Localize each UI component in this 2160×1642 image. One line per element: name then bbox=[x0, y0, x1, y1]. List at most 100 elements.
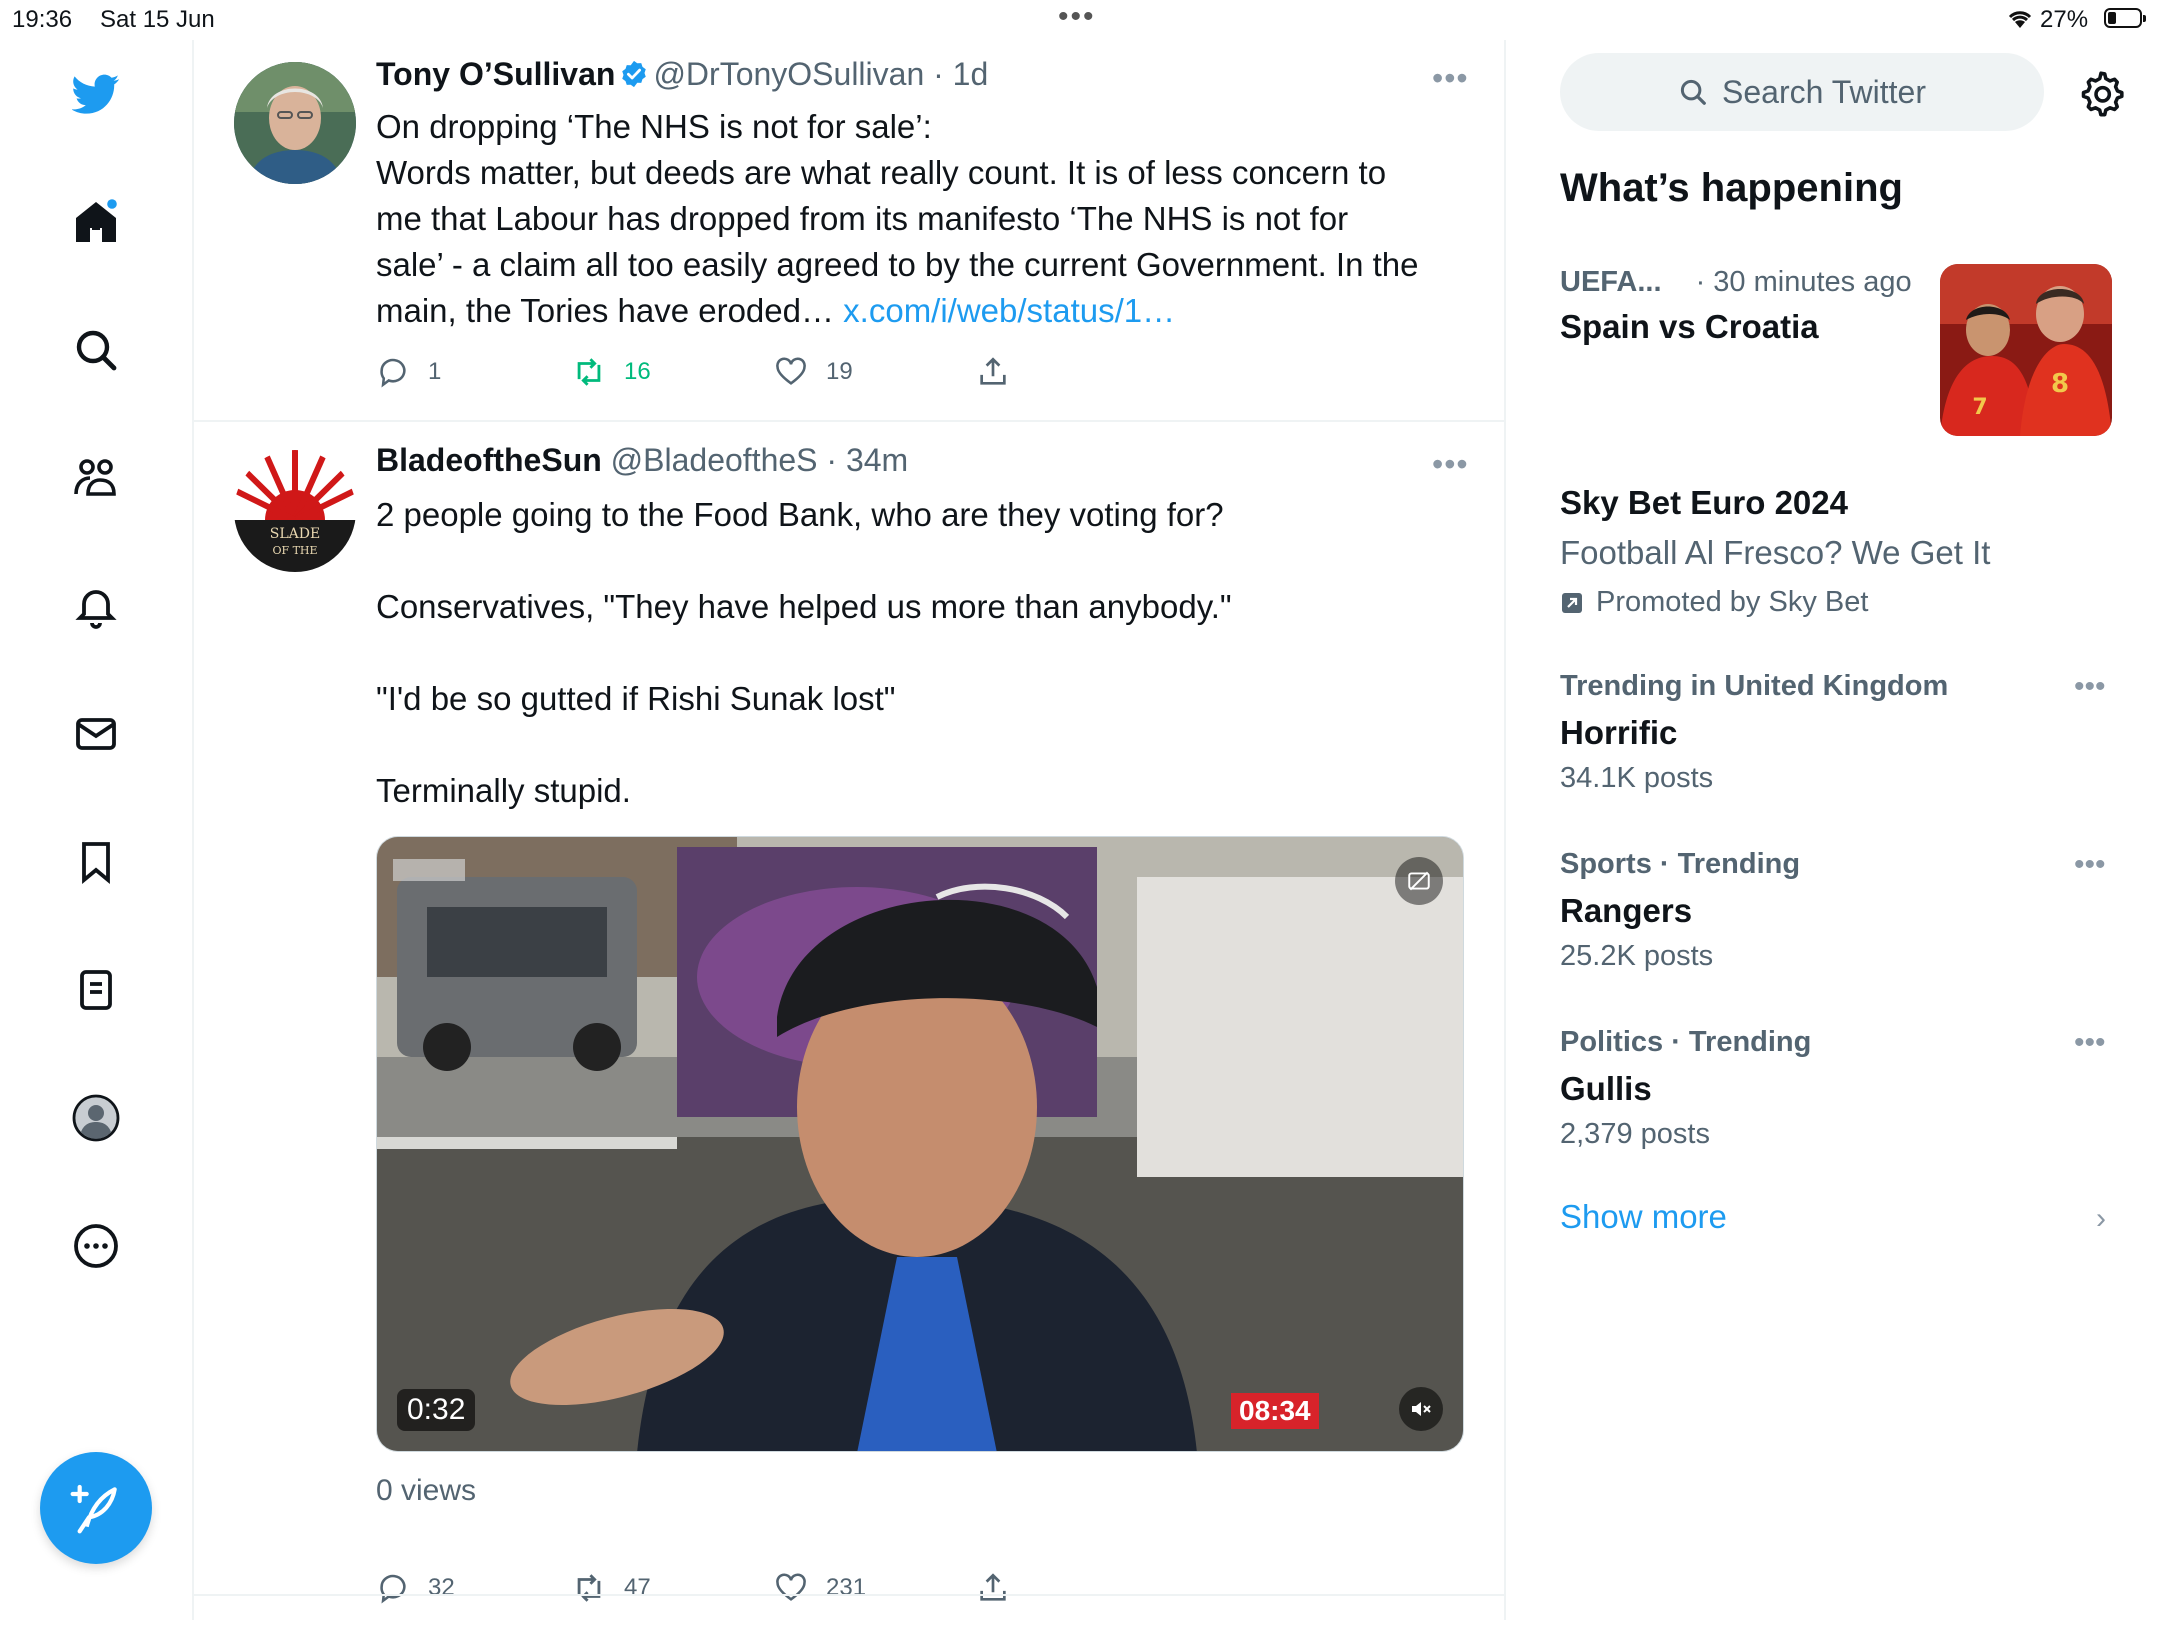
event-meta: UEFA... · 30 minutes ago bbox=[1560, 266, 1912, 299]
tweet-line: On dropping ‘The NHS is not for sale’: bbox=[376, 108, 932, 145]
like-button[interactable]: 231 bbox=[774, 1568, 866, 1608]
trend-more-icon[interactable]: ••• bbox=[2074, 670, 2106, 704]
retweet-button[interactable]: 47 bbox=[572, 1568, 651, 1608]
retweet-button[interactable]: 16 bbox=[572, 352, 651, 392]
like-count: 231 bbox=[826, 1574, 867, 1601]
author-name[interactable]: Tony O’Sullivan bbox=[376, 56, 615, 92]
messages-icon[interactable] bbox=[70, 708, 122, 760]
search-placeholder: Search Twitter bbox=[1722, 73, 1926, 110]
tweet-line: Words matter, but deeds are what really … bbox=[376, 154, 1387, 191]
status-bar: 19:36 Sat 15 Jun ••• 27% bbox=[0, 0, 2160, 40]
heart-icon bbox=[776, 1573, 806, 1601]
reply-icon bbox=[380, 358, 406, 388]
tweet-time[interactable]: · 1d bbox=[933, 56, 988, 92]
promo-title: Sky Bet Euro 2024 bbox=[1560, 484, 1848, 521]
video-clock-overlay: 08:34 bbox=[1231, 1393, 1319, 1429]
bookmarks-icon[interactable] bbox=[70, 836, 122, 888]
tweet-separator bbox=[194, 1594, 1504, 1596]
tweet-time[interactable]: · 34m bbox=[826, 442, 908, 478]
tweet-line: 2 people going to the Food Bank, who are… bbox=[376, 496, 1224, 533]
video-player[interactable]: 0:32 08:34 bbox=[376, 836, 1464, 1452]
svg-text:8: 8 bbox=[2051, 369, 2069, 399]
promo-subtitle: Football Al Fresco? We Get It bbox=[1560, 534, 1991, 571]
tweet-text: On dropping ‘The NHS is not for sale’: W… bbox=[376, 104, 1456, 334]
tweet-more-icon[interactable]: ••• bbox=[1432, 446, 1469, 483]
retweet-count: 47 bbox=[624, 1574, 651, 1601]
share-button[interactable] bbox=[976, 352, 1010, 392]
like-button[interactable]: 19 bbox=[774, 352, 853, 392]
profile-icon[interactable] bbox=[70, 1092, 122, 1144]
tweet-line: Conservatives, "They have helped us more… bbox=[376, 588, 1232, 625]
event-title: Spain vs Croatia bbox=[1560, 308, 1819, 345]
search-input[interactable]: Search Twitter bbox=[1560, 53, 2044, 131]
event-thumbnail[interactable]: 8 7 bbox=[1940, 264, 2112, 436]
notifications-icon[interactable] bbox=[70, 580, 122, 632]
whats-happening-title: What’s happening bbox=[1560, 166, 1903, 210]
communities-icon[interactable] bbox=[70, 452, 122, 504]
video-frame bbox=[377, 837, 1463, 1451]
tweet-line: sale’ - a claim all too easily agreed to… bbox=[376, 246, 1419, 283]
trend-title: Horrific bbox=[1560, 714, 1678, 751]
svg-text:SLADE: SLADE bbox=[270, 526, 320, 542]
compose-tweet-icon bbox=[70, 1484, 117, 1534]
event-category: UEFA... bbox=[1560, 266, 1662, 298]
author-handle[interactable]: @BladeoftheS bbox=[611, 442, 818, 478]
trend-more-icon[interactable]: ••• bbox=[2074, 1026, 2106, 1060]
multitasking-dots-icon[interactable]: ••• bbox=[1058, 0, 1096, 34]
retweet-icon bbox=[577, 358, 601, 386]
tweet-actions: 32 47 231 bbox=[376, 1568, 1276, 1608]
verified-badge-icon bbox=[622, 60, 647, 88]
avatar[interactable]: SLADE OF THE bbox=[234, 450, 356, 572]
tweet-header: Tony O’Sullivan @DrTonyOSullivan · 1d bbox=[376, 56, 988, 93]
trend-more-icon[interactable]: ••• bbox=[2074, 848, 2106, 882]
tweet[interactable]: SLADE OF THE BladeoftheSun @BladeoftheS … bbox=[194, 422, 1504, 1642]
promoted-by: Promoted by Sky Bet bbox=[1560, 586, 1868, 619]
reply-button[interactable]: 1 bbox=[376, 352, 441, 392]
wifi-icon bbox=[2006, 6, 2034, 37]
trend-meta: Politics · Trending bbox=[1560, 1026, 1812, 1058]
reply-count: 32 bbox=[428, 1574, 455, 1601]
chevron-right-icon[interactable]: › bbox=[2096, 1202, 2106, 1236]
tweet-link[interactable]: x.com/i/web/status/1… bbox=[843, 292, 1175, 329]
show-more-link[interactable]: Show more bbox=[1560, 1198, 1727, 1236]
trend-count: 34.1K posts bbox=[1560, 762, 1714, 794]
tweet[interactable]: Tony O’Sullivan @DrTonyOSullivan · 1d •••… bbox=[194, 40, 1504, 420]
compose-tweet-button[interactable] bbox=[40, 1452, 152, 1564]
mute-icon[interactable] bbox=[1399, 1387, 1443, 1431]
twitter-bird-icon[interactable] bbox=[70, 68, 122, 120]
tweet-text: 2 people going to the Food Bank, who are… bbox=[376, 492, 1456, 814]
promoted-by-text: Promoted by Sky Bet bbox=[1596, 586, 1869, 618]
share-button[interactable] bbox=[976, 1568, 1010, 1608]
lists-icon[interactable] bbox=[70, 964, 122, 1016]
trend-meta: Sports · Trending bbox=[1560, 848, 1801, 880]
heart-icon bbox=[776, 357, 806, 385]
trend-count: 25.2K posts bbox=[1560, 940, 1714, 972]
retweet-icon bbox=[577, 1574, 601, 1602]
timeline[interactable]: Tony O’Sullivan @DrTonyOSullivan · 1d •••… bbox=[194, 40, 1504, 1620]
left-navigation bbox=[0, 40, 192, 1620]
author-handle[interactable]: @DrTonyOSullivan bbox=[653, 56, 924, 92]
battery-icon bbox=[2104, 8, 2146, 28]
trend-meta: Trending in United Kingdom bbox=[1560, 670, 1949, 702]
event-time: · 30 minutes ago bbox=[1695, 266, 1912, 298]
avatar[interactable] bbox=[234, 62, 356, 184]
tweet-actions: 1 16 19 bbox=[376, 352, 1276, 392]
search-icon[interactable] bbox=[70, 324, 122, 376]
svg-text:OF THE: OF THE bbox=[272, 544, 317, 557]
tweet-more-icon[interactable]: ••• bbox=[1432, 60, 1469, 97]
home-icon[interactable] bbox=[70, 196, 122, 248]
settings-gear-icon[interactable] bbox=[2076, 68, 2126, 118]
share-icon bbox=[980, 1573, 1006, 1601]
like-count: 19 bbox=[826, 358, 853, 385]
more-icon[interactable] bbox=[70, 1220, 122, 1272]
retweet-count: 16 bbox=[624, 358, 651, 385]
promoted-arrow-icon bbox=[1562, 592, 1582, 613]
reply-button[interactable]: 32 bbox=[376, 1568, 455, 1608]
share-icon bbox=[980, 357, 1006, 385]
trend-title: Rangers bbox=[1560, 892, 1693, 929]
svg-text:7: 7 bbox=[1972, 395, 1987, 420]
sensitive-media-icon[interactable] bbox=[1395, 857, 1443, 905]
tweet-line: "I'd be so gutted if Rishi Sunak lost" bbox=[376, 680, 896, 717]
reply-icon bbox=[380, 1574, 406, 1604]
author-name[interactable]: BladeoftheSun bbox=[376, 442, 602, 478]
